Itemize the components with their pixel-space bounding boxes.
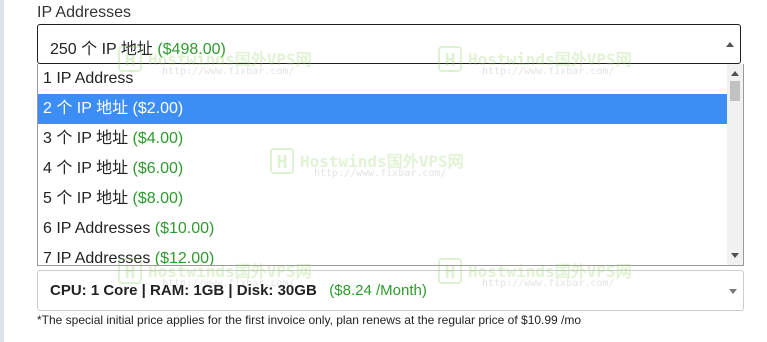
option-text: 7 IP Addresses [43,250,151,266]
selected-option-price: ($498.00) [157,41,226,58]
caret-down-icon [729,289,737,294]
selected-option-text: 250 个 IP 地址 [50,41,153,58]
option-text: 2 个 IP 地址 [43,100,129,117]
scroll-down-arrow-icon[interactable] [731,253,739,258]
scrollbar-thumb[interactable] [730,81,740,101]
option-4-ip[interactable]: 4 个 IP 地址 ($6.00) [38,154,727,184]
option-price: ($12.00) [154,250,215,266]
option-7-ip[interactable]: 7 IP Addresses ($12.00) [38,244,727,266]
ip-addresses-label: IP Addresses [37,4,131,21]
plan-select[interactable]: CPU: 1 Core | RAM: 1GB | Disk: 30GB ($8.… [37,270,744,311]
ip-addresses-selected-value: 250 个 IP 地址 ($498.00) [50,35,226,59]
option-text: 4 个 IP 地址 [43,160,129,177]
pricing-note: *The special initial price applies for t… [37,313,582,327]
option-text: 1 IP Address [43,70,134,87]
option-2-ip[interactable]: 2 个 IP 地址 ($2.00) [38,94,727,124]
option-text: 3 个 IP 地址 [43,130,129,147]
option-price: ($4.00) [132,130,184,147]
plan-selected-value: CPU: 1 Core | RAM: 1GB | Disk: 30GB ($8.… [50,282,427,299]
option-1-ip[interactable]: 1 IP Address [38,64,727,94]
caret-up-icon [726,42,734,47]
page-left-edge [0,0,4,342]
option-6-ip[interactable]: 6 IP Addresses ($10.00) [38,214,727,244]
scroll-up-arrow-icon[interactable] [731,71,739,76]
plan-price: ($8.24 /Month) [329,282,427,299]
option-price: ($6.00) [132,160,184,177]
option-price: ($8.00) [132,190,184,207]
option-text: 5 个 IP 地址 [43,190,129,207]
option-text: 6 IP Addresses [43,220,151,237]
option-price: ($10.00) [154,220,215,237]
ip-addresses-select[interactable]: 250 个 IP 地址 ($498.00) [37,24,741,64]
option-3-ip[interactable]: 3 个 IP 地址 ($4.00) [38,124,727,154]
ip-addresses-dropdown-list[interactable]: 1 IP Address 2 个 IP 地址 ($2.00) 3 个 IP 地址… [37,64,744,266]
dropdown-scrollbar[interactable] [727,64,743,265]
option-price: ($2.00) [132,100,184,117]
plan-specs: CPU: 1 Core | RAM: 1GB | Disk: 30GB [50,282,317,299]
option-5-ip[interactable]: 5 个 IP 地址 ($8.00) [38,184,727,214]
